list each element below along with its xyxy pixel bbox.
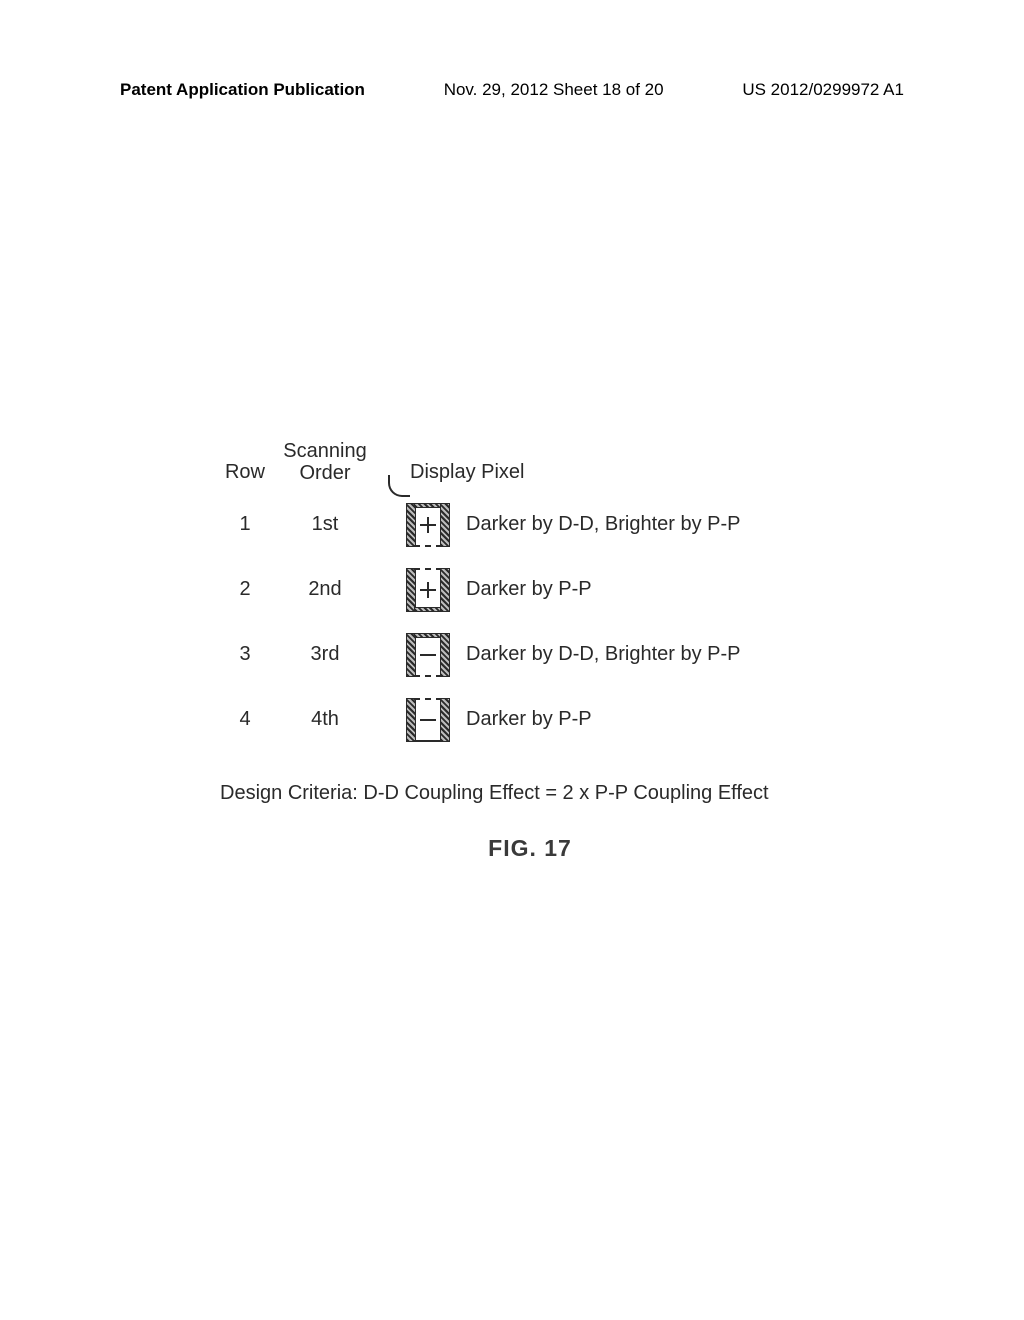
pixel-row: 44th Darker by P-P <box>210 687 850 752</box>
col-header-order: Scanning Order <box>280 440 370 484</box>
row-number: 3 <box>210 643 280 666</box>
display-pixel-icon <box>406 503 450 547</box>
display-pixel-cell <box>400 698 456 742</box>
pixel-rows: 11st Darker by D-D, Brighter by P-P 22nd Da… <box>210 492 850 752</box>
display-pixel-cell <box>400 568 456 612</box>
row-description: Darker by D-D, Brighter by P-P <box>466 513 850 536</box>
pixel-bottom-border <box>414 607 442 612</box>
display-pixel-cell <box>400 503 456 547</box>
pixel-top-border <box>414 633 442 638</box>
col-header-pixel-label: Display Pixel <box>410 461 524 483</box>
row-description: Darker by P-P <box>466 708 850 731</box>
header-publication: Patent Application Publication <box>120 80 365 100</box>
header-patent-number: US 2012/0299972 A1 <box>742 80 904 100</box>
minus-icon <box>420 654 436 656</box>
page-header: Patent Application Publication Nov. 29, … <box>0 80 1024 100</box>
display-pixel-icon <box>406 633 450 677</box>
scanning-order: 1st <box>280 513 370 536</box>
figure-label: FIG. 17 <box>210 835 850 862</box>
row-number: 1 <box>210 513 280 536</box>
pixel-bottom-border <box>414 740 442 742</box>
plus-icon <box>427 582 429 598</box>
minus-icon <box>420 719 436 721</box>
pixel-top-border <box>414 503 442 508</box>
display-pixel-icon <box>406 568 450 612</box>
scanning-order: 4th <box>280 708 370 731</box>
row-description: Darker by D-D, Brighter by P-P <box>466 643 850 666</box>
design-criteria: Design Criteria: D-D Coupling Effect = 2… <box>220 782 850 805</box>
plus-icon <box>427 517 429 533</box>
pixel-top-border <box>414 568 442 570</box>
header-sheet-info: Nov. 29, 2012 Sheet 18 of 20 <box>444 80 664 100</box>
col-header-pixel: Display Pixel <box>410 461 524 484</box>
row-number: 4 <box>210 708 280 731</box>
column-headers: Row Scanning Order Display Pixel <box>210 440 850 484</box>
scanning-order: 2nd <box>280 578 370 601</box>
col-header-row: Row <box>210 461 280 484</box>
display-pixel-icon <box>406 698 450 742</box>
pixel-row: 22nd Darker by P-P <box>210 557 850 622</box>
pixel-bottom-border <box>414 545 442 547</box>
pixel-bottom-border <box>414 675 442 677</box>
figure-17: Row Scanning Order Display Pixel 11st Dar… <box>210 440 850 862</box>
pixel-top-border <box>414 698 442 700</box>
display-pixel-cell <box>400 633 456 677</box>
row-description: Darker by P-P <box>466 578 850 601</box>
pixel-row: 11st Darker by D-D, Brighter by P-P <box>210 492 850 557</box>
col-header-order-line1: Scanning <box>283 440 366 462</box>
scanning-order: 3rd <box>280 643 370 666</box>
pixel-row: 33rd Darker by D-D, Brighter by P-P <box>210 622 850 687</box>
row-number: 2 <box>210 578 280 601</box>
col-header-order-line2: Order <box>299 462 350 484</box>
